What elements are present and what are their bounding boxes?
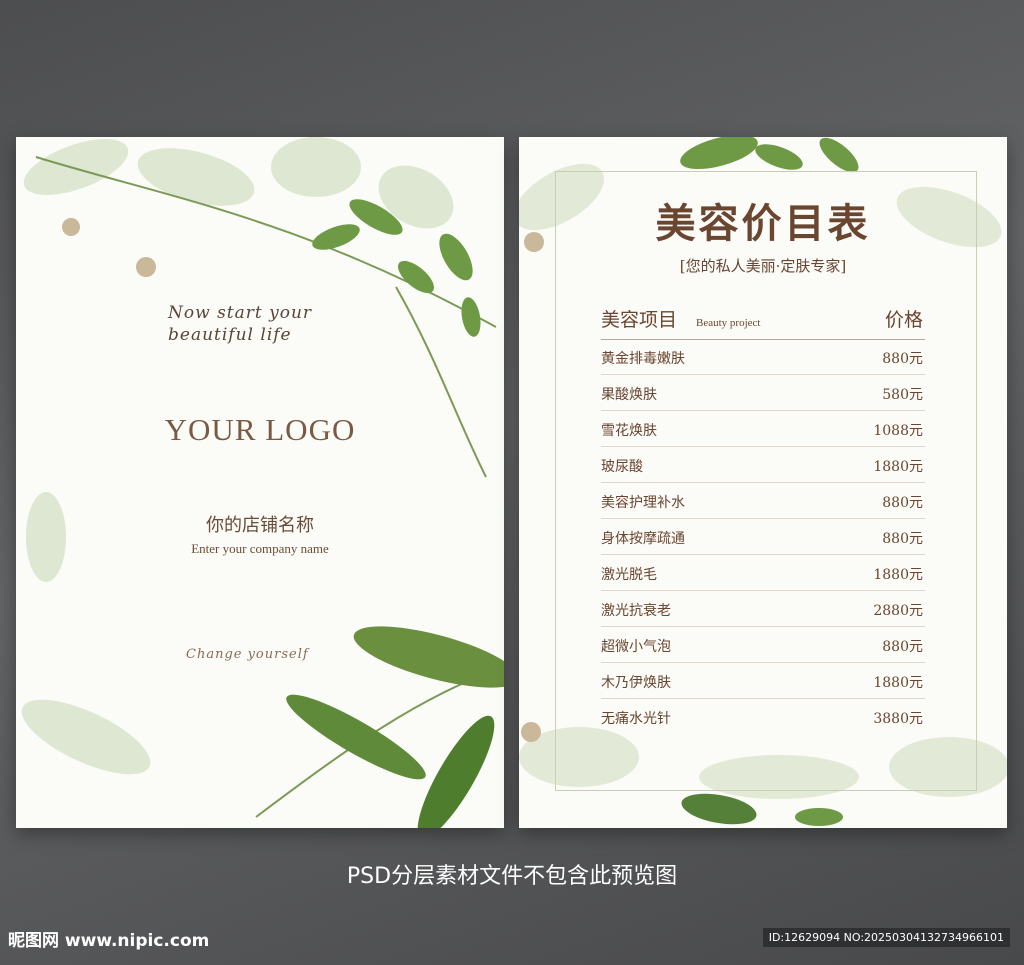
item-name: 激光脱毛 xyxy=(601,567,657,583)
item-name: 果酸焕肤 xyxy=(601,387,657,403)
price-list-flyer: 美容价目表 [您的私人美丽·定肤专家] 美容项目 Beauty project … xyxy=(519,137,1007,828)
watermark-id: ID:12629094 NO:20250304132734966101 xyxy=(762,928,1010,947)
item-price: 3880元 xyxy=(873,711,923,727)
item-price: 880元 xyxy=(882,531,923,547)
item-name: 木乃伊焕肤 xyxy=(601,675,671,691)
header-item-label-en: Beauty project xyxy=(696,317,761,329)
header-item-label: 美容项目 xyxy=(601,309,678,331)
item-price: 1880元 xyxy=(873,459,923,475)
price-row: 雪花焕肤 1088元 xyxy=(601,411,925,447)
menu-subtitle: [您的私人美丽·定肤专家] xyxy=(679,257,847,275)
item-name: 激光抗衰老 xyxy=(601,603,671,619)
preview-disclaimer: PSD分层素材文件不包含此预览图 xyxy=(346,864,678,889)
item-name: 超微小气泡 xyxy=(601,639,671,655)
price-row: 超微小气泡 880元 xyxy=(601,627,925,663)
header-price-label: 价格 xyxy=(884,309,923,331)
price-row: 激光脱毛 1880元 xyxy=(601,555,925,591)
price-row: 木乃伊焕肤 1880元 xyxy=(601,663,925,699)
logo-placeholder: YOUR LOGO xyxy=(164,412,356,447)
item-name: 身体按摩疏通 xyxy=(601,531,685,547)
item-price: 1088元 xyxy=(873,423,923,439)
item-name: 雪花焕肤 xyxy=(601,423,657,439)
item-name: 美容护理补水 xyxy=(601,495,685,511)
menu-header: 美容项目 Beauty project 价格 xyxy=(601,303,925,340)
watermark-site: 昵图网 www.nipic.com xyxy=(8,931,210,951)
item-price: 880元 xyxy=(882,639,923,655)
price-list: 黄金排毒嫩肤 880元 果酸焕肤 580元 雪花焕肤 1088元 玻尿酸 1880元 美… xyxy=(601,339,925,734)
item-name: 无痛水光针 xyxy=(601,711,671,727)
price-row: 无痛水光针 3880元 xyxy=(601,699,925,734)
script-slogan: Change yourself xyxy=(186,647,309,662)
leaf-decoration-front xyxy=(21,137,504,828)
front-flyer: Now start your beautiful life YOUR LOGO … xyxy=(16,137,504,828)
script-tagline: Now start your beautiful life xyxy=(168,303,313,345)
price-row: 玻尿酸 1880元 xyxy=(601,447,925,483)
item-price: 2880元 xyxy=(873,603,923,619)
item-price: 580元 xyxy=(882,387,923,403)
item-name: 玻尿酸 xyxy=(601,459,643,475)
item-price: 880元 xyxy=(882,351,923,367)
shop-name-en: Enter your company name xyxy=(191,541,329,556)
item-price: 1880元 xyxy=(873,567,923,583)
price-row: 美容护理补水 880元 xyxy=(601,483,925,519)
price-row: 果酸焕肤 580元 xyxy=(601,375,925,411)
shop-name-cn: 你的店铺名称 xyxy=(206,515,314,536)
item-price: 880元 xyxy=(882,495,923,511)
menu-title: 美容价目表 xyxy=(655,200,871,247)
price-row: 身体按摩疏通 880元 xyxy=(601,519,925,555)
price-row: 黄金排毒嫩肤 880元 xyxy=(601,339,925,375)
item-name: 黄金排毒嫩肤 xyxy=(601,351,685,367)
item-price: 1880元 xyxy=(873,675,923,691)
price-row: 激光抗衰老 2880元 xyxy=(601,591,925,627)
